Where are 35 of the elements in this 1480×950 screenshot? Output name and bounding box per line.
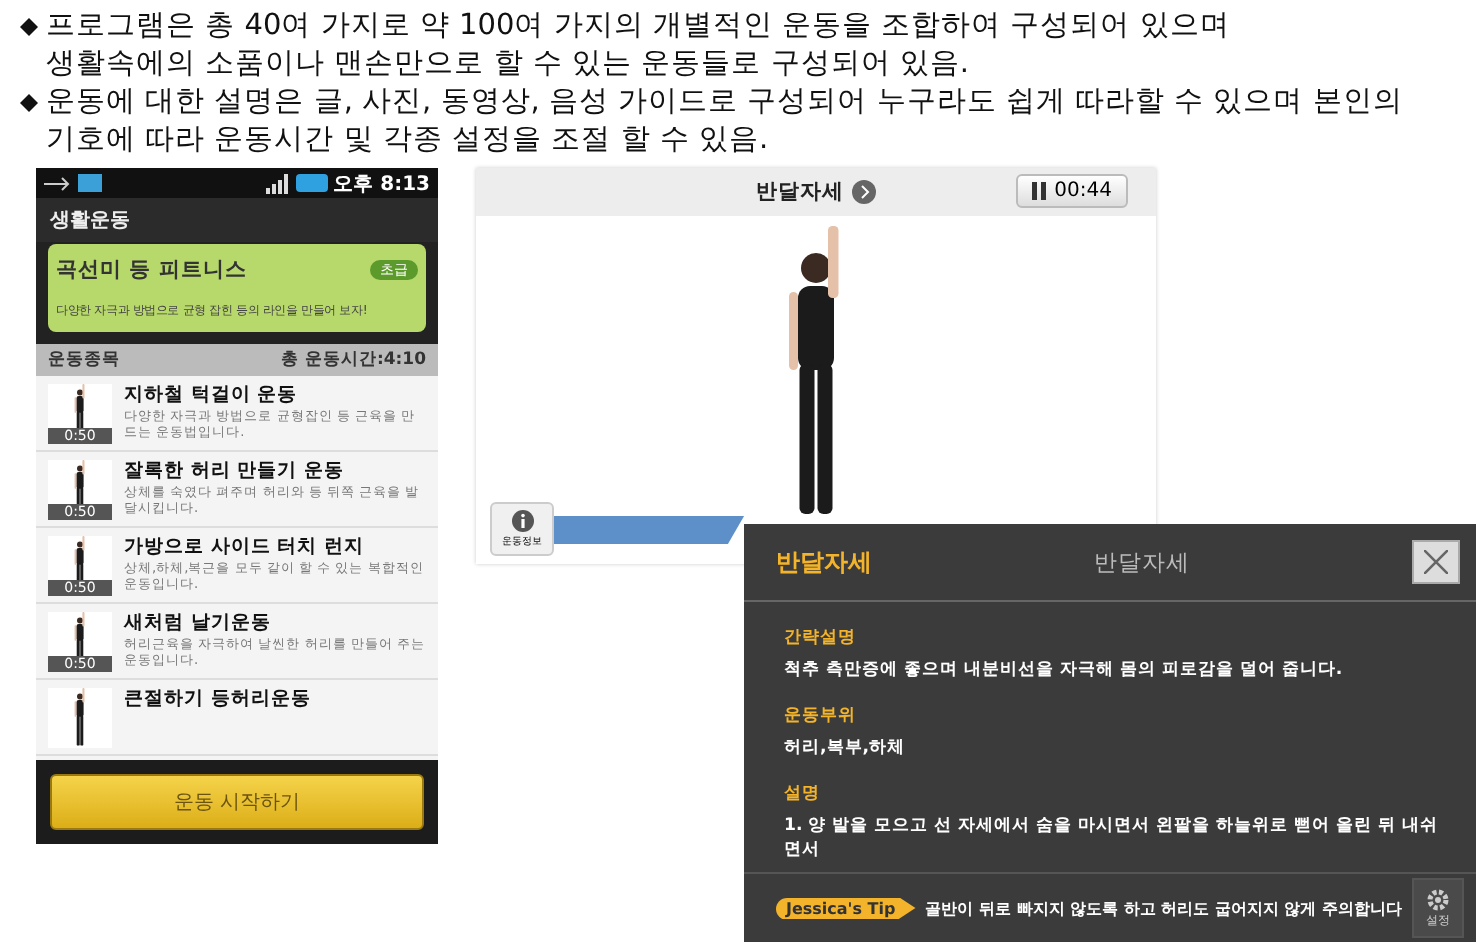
section-label: 설명	[784, 782, 822, 806]
section-text: 허리,복부,하체	[784, 736, 908, 760]
settings-icon	[1426, 887, 1450, 911]
exercise-name: 잘록한 허리 만들기 운동	[124, 460, 346, 484]
pause-button[interactable]: 00:44	[1016, 174, 1128, 208]
exercise-name: 큰절하기 등허리운동	[124, 688, 311, 712]
figure-drawing	[74, 688, 85, 746]
exercise-name: 가방으로 사이드 터치 런지	[124, 536, 366, 560]
bullet-text: 프로그램은 총 40여 가지로 약 100여 가지의 개별적인 운동을 조합하여 구성되어 있으며 생활속에의 소품이나 맨손만으로 할 수 있는 운동들로 구성되어 있음.	[46, 8, 1230, 84]
close-icon	[1424, 550, 1448, 574]
pause-icon	[1032, 182, 1047, 200]
signal-icon	[265, 173, 290, 193]
total-time: 총 운동시간:4:10	[280, 348, 426, 372]
bullet-text: 운동에 대한 설명은 글, 사진, 동영상, 음성 가이드로 구성되어 누구라도 쉽게 따라할 수 있으며 본인의 기호에 따라 운동시간 및 각종 설정을 조절 할 수 있음.	[46, 84, 1403, 160]
exercise-title: 반달자세	[756, 178, 844, 206]
section-text: 척추 측만증에 좋으며 내분비선을 자극해 몸의 피로감을 덜어 줍니다.	[784, 658, 1345, 682]
list-header-label: 운동종목	[48, 348, 120, 372]
bullet-icon	[20, 94, 38, 112]
bullet-icon	[20, 18, 38, 36]
section-label: 간략설명	[784, 626, 858, 650]
section-text: 1. 양 발을 모으고 선 자세에서 숨을 마시면서 왼팔을 하늘위로 뻗어 올린 뒤 내쉬면서	[784, 814, 1441, 862]
program-name: 곡선미 등 피트니스	[56, 256, 247, 284]
tip-text: 골반이 뒤로 빠지지 않도록 하고 허리도 굽어지지 않게 주의합니다	[925, 897, 1403, 919]
status-time: 오후 8:13	[333, 171, 430, 197]
section-label: 운동부위	[784, 704, 858, 728]
close-button[interactable]	[1412, 540, 1460, 584]
tip-badge: Jessica's Tip	[776, 897, 916, 919]
background-title: 반달자세	[1092, 547, 1192, 577]
exercise-name: 지하철 턱걸이 운동	[124, 384, 300, 408]
next-icon[interactable]	[852, 180, 876, 204]
start-button[interactable]: 운동 시작하기	[50, 774, 424, 830]
info-icon	[511, 510, 533, 532]
app-title: 생활운동	[36, 198, 438, 242]
panel-title: 반달자세	[776, 545, 872, 579]
exercise-name: 새처럼 날기운동	[124, 612, 273, 636]
